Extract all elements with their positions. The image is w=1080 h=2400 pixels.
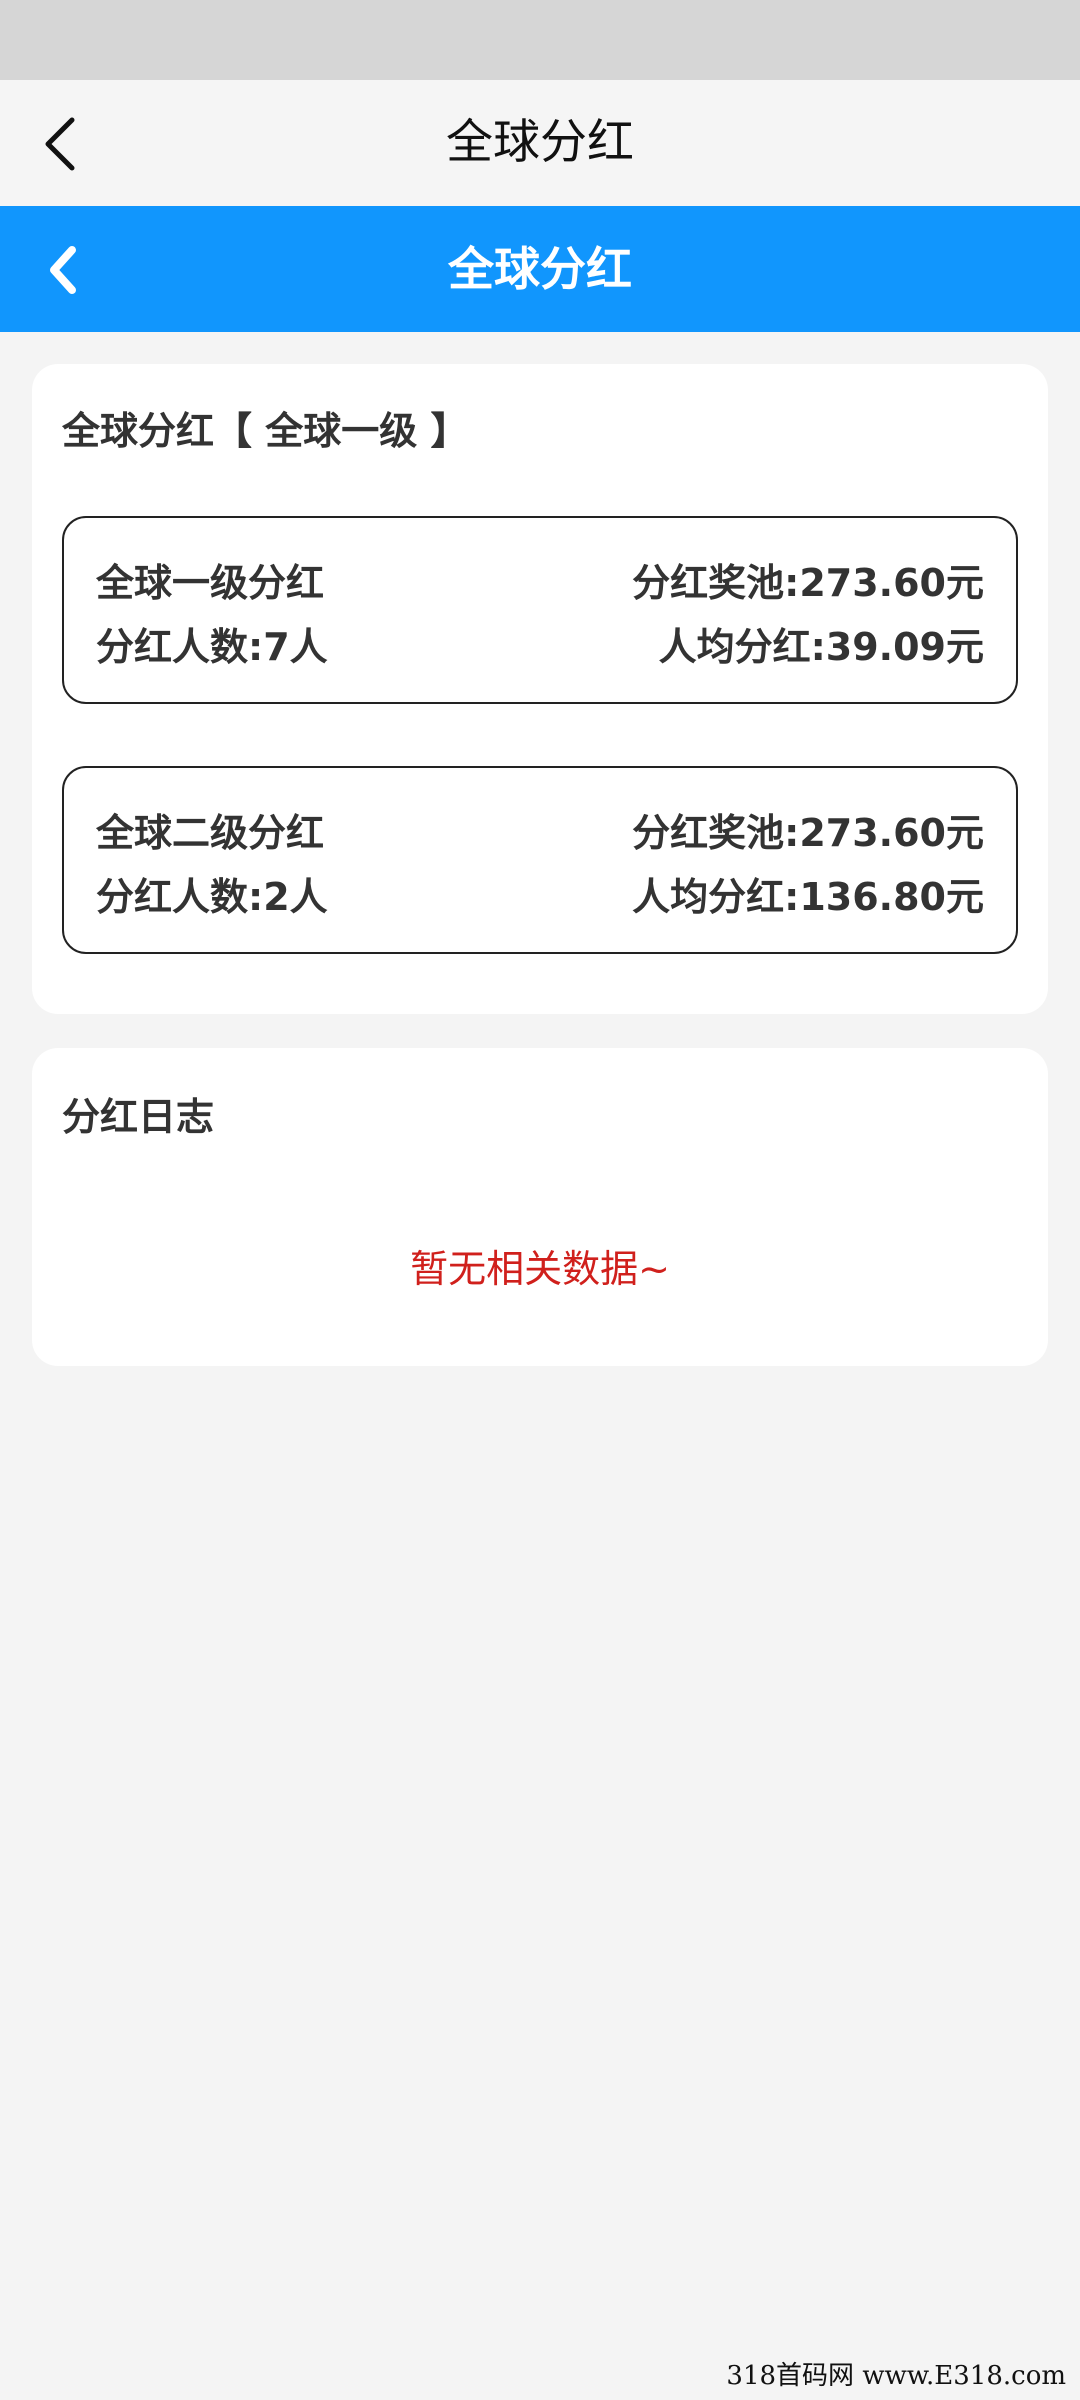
level-2-dividend-box: 全球二级分红 分红奖池:273.60元 分红人数:2人 人均分红:136.80元 [62, 766, 1018, 954]
level-name: 全球二级分红 [96, 810, 325, 855]
dividend-count: 分红人数:2人 [96, 874, 328, 919]
app-header: 全球分红 [0, 206, 1080, 332]
top-nav-bar: 全球分红 [0, 80, 1080, 206]
page-title: 全球分红 [446, 115, 634, 170]
empty-state-text: 暂无相关数据~ [410, 1247, 670, 1291]
level-name: 全球一级分红 [96, 560, 325, 605]
level-1-dividend-box: 全球一级分红 分红奖池:273.60元 分红人数:7人 人均分红:39.09元 [62, 516, 1018, 704]
dividend-count: 分红人数:7人 [96, 624, 328, 669]
dividend-pool: 分红奖池:273.60元 [632, 560, 984, 605]
dividend-pool: 分红奖池:273.60元 [632, 810, 984, 855]
watermark: 318首码网 www.E318.com [726, 2361, 1066, 2391]
app-header-title: 全球分红 [448, 242, 632, 296]
dividend-log-title: 分红日志 [62, 1095, 215, 1139]
dividend-average: 人均分红:39.09元 [658, 624, 984, 669]
dividend-card-title: 全球分红【 全球一级 】 [62, 409, 469, 453]
dividend-average: 人均分红:136.80元 [632, 874, 984, 919]
dividend-log-card: 分红日志 暂无相关数据~ [32, 1048, 1048, 1366]
status-bar [0, 0, 1080, 80]
dividend-card: 全球分红【 全球一级 】 全球一级分红 分红奖池:273.60元 分红人数:7人… [32, 364, 1048, 1014]
